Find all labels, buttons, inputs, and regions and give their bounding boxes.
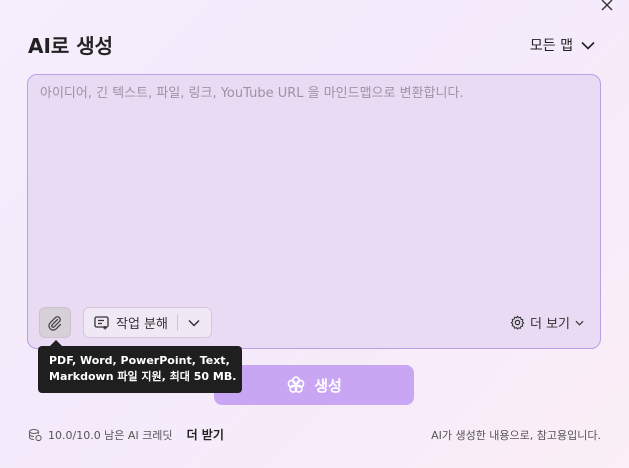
more-options-button[interactable]: 더 보기 bbox=[510, 313, 584, 332]
more-options-label: 더 보기 bbox=[529, 317, 570, 332]
generate-label: 생성 bbox=[314, 376, 342, 395]
tooltip-line: Markdown 파일 지원, 최대 50 MB. bbox=[49, 370, 237, 383]
gear-icon bbox=[510, 315, 525, 330]
coin-stack-icon bbox=[28, 428, 42, 441]
tooltip-line: PDF, Word, PowerPoint, Text, bbox=[49, 354, 230, 367]
credits-text: 10.0/10.0 남은 AI 크레딧 bbox=[48, 428, 173, 442]
prompt-input-box: 작업 분해 더 보기 bbox=[27, 74, 601, 349]
task-decompose-dropdown[interactable] bbox=[178, 308, 211, 337]
chevron-down-icon bbox=[188, 319, 201, 327]
ai-disclaimer: AI가 생성한 내용으로, 참고용입니다. bbox=[431, 429, 601, 442]
task-decompose-label: 작업 분해 bbox=[116, 317, 168, 332]
attach-file-button[interactable] bbox=[39, 307, 71, 338]
file-support-tooltip: PDF, Word, PowerPoint, Text, Markdown 파일… bbox=[38, 340, 242, 393]
chevron-down-icon bbox=[575, 320, 584, 326]
credits-info: 10.0/10.0 남은 AI 크레딧 더 받기 bbox=[28, 426, 224, 443]
prompt-input[interactable] bbox=[40, 85, 588, 300]
close-button[interactable] bbox=[595, 0, 619, 16]
get-more-credits-link[interactable]: 더 받기 bbox=[187, 426, 224, 443]
map-mode-select[interactable]: 모든 맵 bbox=[530, 35, 595, 55]
map-mode-label: 모든 맵 bbox=[529, 38, 573, 54]
chevron-down-icon bbox=[581, 41, 595, 50]
dialog-title: AI로 생성 bbox=[28, 34, 114, 58]
paperclip-icon bbox=[48, 315, 62, 331]
task-list-icon bbox=[94, 315, 109, 329]
generate-button[interactable]: 생성 bbox=[214, 365, 414, 405]
flower-icon bbox=[287, 376, 305, 393]
close-icon bbox=[601, 0, 613, 11]
task-decompose-control: 작업 분해 bbox=[83, 307, 212, 338]
task-decompose-button[interactable]: 작업 분해 bbox=[84, 308, 168, 337]
